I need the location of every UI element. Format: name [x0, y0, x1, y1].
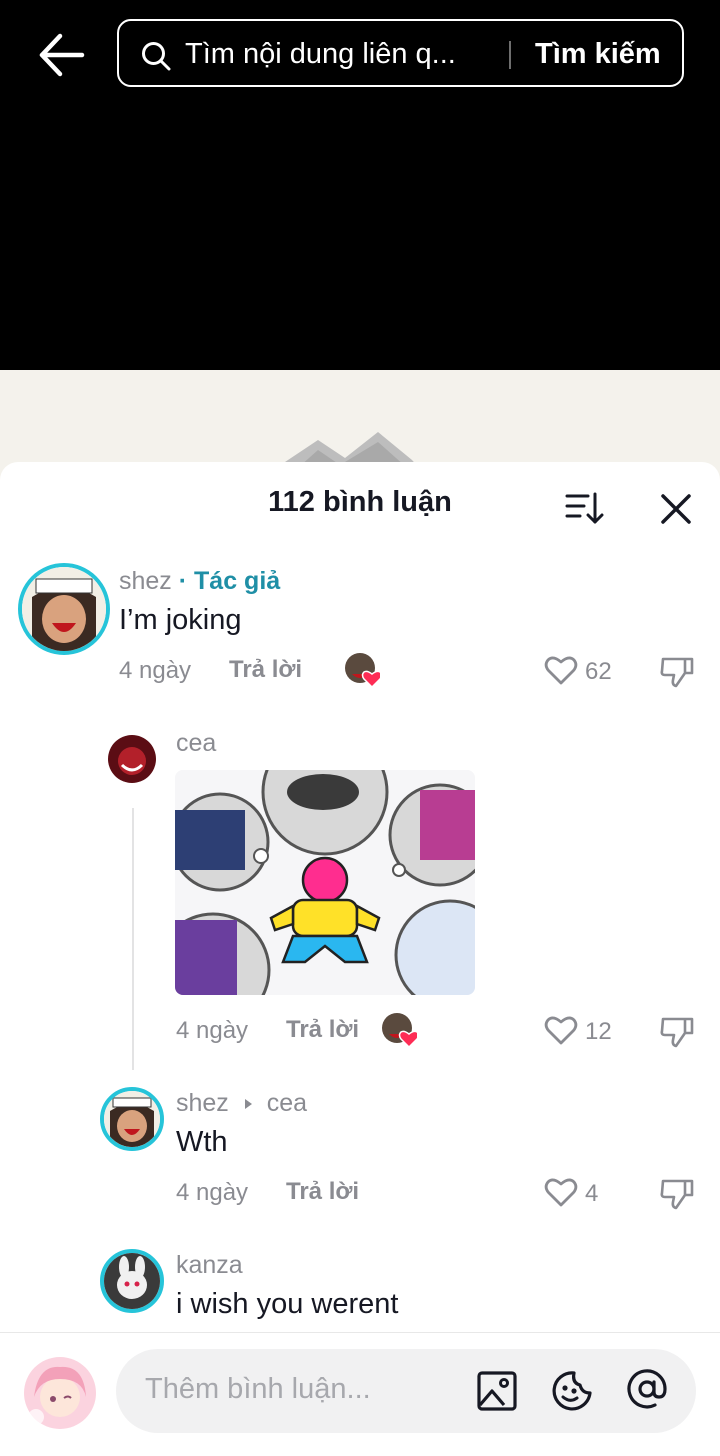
comment-count-title: 112 bình luận	[268, 486, 452, 518]
comment-time: 4 ngày	[176, 1179, 249, 1206]
comment-time: 4 ngày	[176, 1017, 249, 1044]
like-button[interactable]: 4	[543, 1174, 623, 1210]
like-button[interactable]: 12	[543, 1012, 623, 1048]
back-arrow-icon[interactable]	[36, 32, 86, 78]
sticker-art	[175, 770, 475, 995]
thread-line	[132, 808, 134, 1070]
my-avatar[interactable]	[24, 1357, 96, 1429]
author-badge: · Tác giả	[178, 567, 281, 595]
comment-input[interactable]: Thêm bình luận...	[116, 1349, 696, 1433]
dislike-icon[interactable]	[659, 1013, 695, 1049]
comment-text: Wth	[176, 1126, 228, 1158]
like-button[interactable]: 62	[543, 652, 623, 688]
heart-icon	[544, 1016, 578, 1045]
video-area: Tìm nội dung liên q... Tìm kiếm	[0, 0, 720, 370]
image-icon[interactable]	[475, 1369, 519, 1413]
avatar-image	[108, 735, 156, 783]
username[interactable]: cea	[176, 729, 216, 758]
comment-sticker-image[interactable]	[175, 770, 475, 995]
like-count: 12	[585, 1018, 612, 1045]
heart-icon	[544, 1178, 578, 1207]
comment-author[interactable]: shez · Tác giả	[119, 567, 280, 596]
reply-arrow-icon	[244, 1099, 252, 1110]
search-button[interactable]: Tìm kiếm	[535, 38, 661, 71]
reply-button[interactable]: Trả lời	[286, 1016, 359, 1044]
close-icon[interactable]	[659, 492, 693, 526]
search-icon	[142, 42, 171, 71]
creator-liked-icon	[345, 653, 380, 688]
avatar[interactable]	[100, 1087, 164, 1151]
avatar-image	[22, 567, 106, 651]
username[interactable]: shez	[176, 1089, 229, 1117]
reply-button[interactable]: Trả lời	[286, 1178, 359, 1206]
reply-button[interactable]: Trả lời	[229, 656, 302, 684]
comment-text: i wish you werent	[176, 1288, 399, 1320]
sort-icon[interactable]	[564, 490, 604, 526]
avatar[interactable]	[108, 735, 156, 783]
my-avatar-image	[24, 1357, 96, 1429]
username[interactable]: kanza	[176, 1251, 243, 1280]
creator-liked-icon	[382, 1013, 417, 1048]
username[interactable]: shez	[119, 567, 172, 595]
avatar[interactable]	[18, 563, 110, 655]
reply-to-username[interactable]: cea	[267, 1089, 307, 1117]
comment-author[interactable]: shez cea	[176, 1089, 307, 1118]
like-count: 62	[585, 658, 612, 685]
search-bar[interactable]: Tìm nội dung liên q... Tìm kiếm	[117, 19, 684, 87]
avatar-image	[104, 1091, 160, 1147]
search-placeholder[interactable]: Tìm nội dung liên q...	[185, 38, 456, 71]
comment-time: 4 ngày	[119, 657, 192, 684]
search-divider	[509, 41, 511, 69]
heart-icon	[544, 656, 578, 685]
dislike-icon[interactable]	[659, 1175, 695, 1211]
comment-text: I’m joking	[119, 604, 242, 636]
dislike-icon[interactable]	[659, 653, 695, 689]
emoji-sticker-icon[interactable]	[550, 1369, 594, 1413]
mention-icon[interactable]	[625, 1367, 669, 1411]
comment-input-placeholder[interactable]: Thêm bình luận...	[145, 1373, 371, 1406]
avatar[interactable]	[100, 1249, 164, 1313]
avatar-image	[104, 1253, 160, 1309]
like-count: 4	[585, 1180, 599, 1207]
